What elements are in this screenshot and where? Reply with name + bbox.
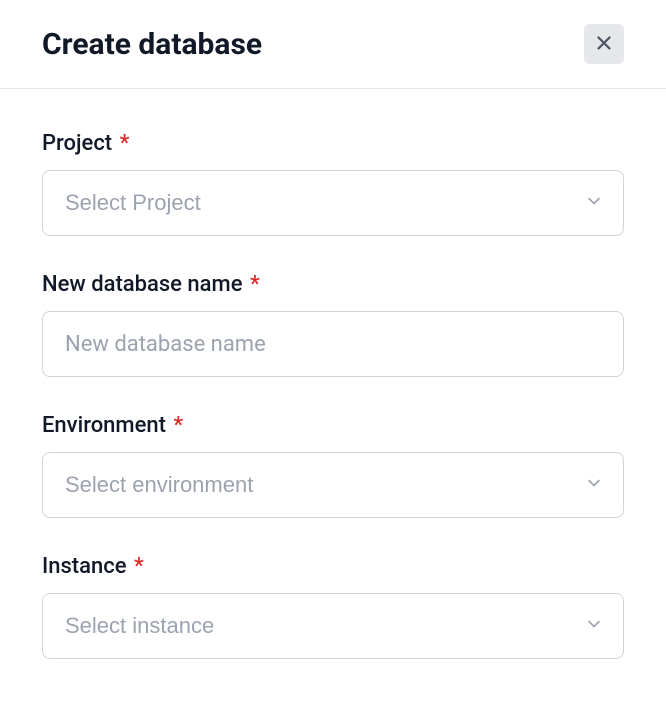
required-mark: * xyxy=(134,554,144,579)
instance-label: Instance * xyxy=(42,554,624,579)
environment-label-text: Environment xyxy=(42,413,166,438)
database-name-label-text: New database name xyxy=(42,272,242,297)
database-name-field-group: New database name * xyxy=(42,272,624,377)
close-button[interactable] xyxy=(584,24,624,64)
database-name-label: New database name * xyxy=(42,272,624,297)
project-label-text: Project xyxy=(42,131,112,156)
modal-title: Create database xyxy=(42,27,262,62)
instance-select-wrapper: Select instance xyxy=(42,593,624,659)
environment-field-group: Environment * Select environment xyxy=(42,413,624,518)
form-body: Project * Select Project New database na… xyxy=(0,89,666,659)
environment-select-placeholder: Select environment xyxy=(65,472,253,498)
instance-label-text: Instance xyxy=(42,554,127,579)
project-select-wrapper: Select Project xyxy=(42,170,624,236)
modal-header: Create database xyxy=(0,0,666,89)
instance-select[interactable]: Select instance xyxy=(42,593,624,659)
project-select[interactable]: Select Project xyxy=(42,170,624,236)
required-mark: * xyxy=(250,272,260,297)
instance-field-group: Instance * Select instance xyxy=(42,554,624,659)
environment-select[interactable]: Select environment xyxy=(42,452,624,518)
environment-label: Environment * xyxy=(42,413,624,438)
project-field-group: Project * Select Project xyxy=(42,131,624,236)
required-mark: * xyxy=(120,131,130,156)
required-mark: * xyxy=(173,413,183,438)
project-label: Project * xyxy=(42,131,624,156)
environment-select-wrapper: Select environment xyxy=(42,452,624,518)
close-icon xyxy=(593,32,615,57)
database-name-input[interactable] xyxy=(42,311,624,377)
instance-select-placeholder: Select instance xyxy=(65,613,214,639)
project-select-placeholder: Select Project xyxy=(65,190,201,216)
